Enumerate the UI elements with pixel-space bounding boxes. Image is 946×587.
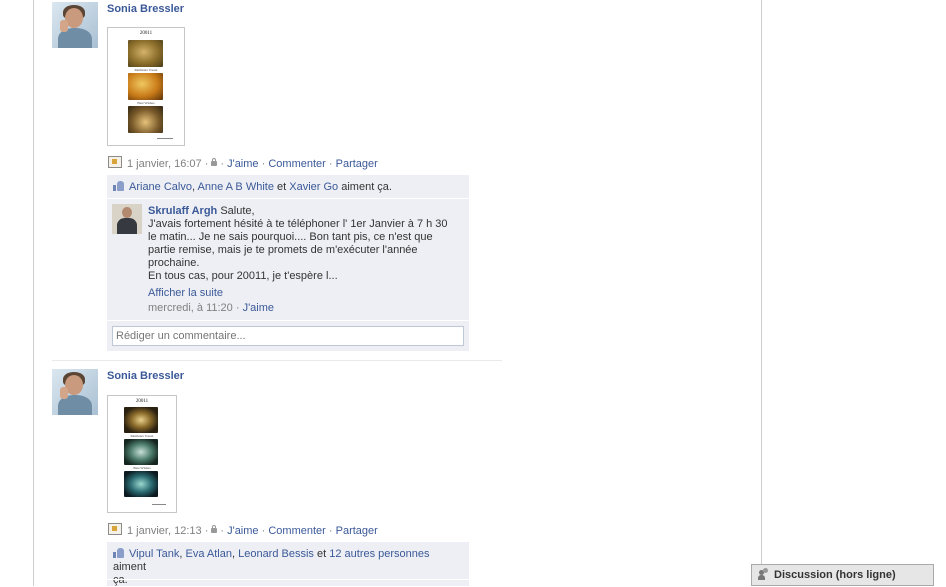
comment-author[interactable]: Skrulaff Argh [148, 205, 217, 217]
post-author[interactable]: Sonia Bressler [107, 3, 184, 15]
liker-name[interactable]: Anne A B White [198, 181, 274, 193]
see-more-link[interactable]: Afficher la suite [148, 287, 223, 299]
avatar[interactable] [52, 369, 98, 415]
post-timestamp[interactable]: 1 janvier, 16:07 [127, 158, 202, 170]
photo-image-3 [128, 106, 163, 133]
chat-bar[interactable]: Discussion (hors ligne) [751, 564, 934, 586]
liker-name[interactable]: Leonard Bessis [238, 548, 314, 560]
ufi-box: Ariane Calvo, Anne A B White et Xavier G… [107, 175, 469, 351]
liker-name[interactable]: Eva Atlan [185, 548, 231, 560]
photo-image-1 [128, 40, 163, 67]
photo-post-icon [108, 156, 122, 168]
story-divider [52, 360, 502, 361]
comment-body: Skrulaff Argh Salute, J'avais fortement … [148, 205, 448, 282]
post-photo[interactable]: 20011 Meilleurs Voeux Best Wishes [107, 27, 185, 146]
chat-label: Discussion (hors ligne) [774, 569, 896, 581]
post-timestamp[interactable]: 1 janvier, 12:13 [127, 525, 202, 537]
liker-name[interactable]: Xavier Go [289, 181, 338, 193]
thumbs-up-icon [113, 181, 124, 191]
likes-sentence: Ariane Calvo, Anne A B White et Xavier G… [113, 180, 461, 194]
photo-signature [152, 504, 166, 505]
post-author[interactable]: Sonia Bressler [107, 370, 184, 382]
photo-title: 20011 [139, 31, 153, 36]
lock-icon [211, 158, 218, 166]
comment-like-link[interactable]: J'aime [243, 302, 274, 314]
photo-image-3 [124, 471, 158, 497]
post-photo[interactable]: 20011 Meilleurs Voeux Best Wishes [107, 395, 177, 513]
like-link[interactable]: J'aime [227, 525, 258, 537]
share-link[interactable]: Partager [336, 158, 378, 170]
offline-status-icon [763, 568, 768, 573]
likes-sentence: Vipul Tank, Eva Atlan, Leonard Bessis et… [113, 548, 430, 586]
left-column-border [33, 0, 34, 586]
share-link[interactable]: Partager [336, 525, 378, 537]
ufi-separator [107, 579, 469, 580]
comment-input[interactable] [112, 326, 464, 346]
photo-title: 20011 [135, 399, 149, 404]
lock-icon [211, 525, 218, 533]
photo-label-2: Best Wishes [133, 466, 151, 470]
ufi-separator [107, 198, 469, 199]
photo-label-1: Meilleurs Voeux [130, 434, 154, 438]
post-meta: 1 janvier, 16:07 · · J'aime · Commenter ·… [108, 155, 378, 170]
liker-name[interactable]: Vipul Tank [129, 548, 179, 560]
liker-name[interactable]: Ariane Calvo [129, 181, 192, 193]
photo-image-2 [128, 73, 163, 100]
comment-avatar[interactable] [112, 204, 142, 234]
comment-link[interactable]: Commenter [268, 158, 325, 170]
comment-link[interactable]: Commenter [268, 525, 325, 537]
photo-image-1 [124, 407, 158, 433]
photo-label-2: Best Wishes [137, 101, 155, 105]
ufi-box: Vipul Tank, Eva Atlan, Leonard Bessis et… [107, 542, 469, 586]
photo-image-2 [124, 439, 158, 465]
avatar[interactable] [52, 2, 98, 48]
other-likers-link[interactable]: 12 autres personnes [329, 548, 429, 560]
ufi-separator [107, 320, 469, 321]
thumbs-up-icon [113, 548, 124, 558]
right-column-border [761, 0, 762, 586]
photo-label-1: Meilleurs Voeux [134, 68, 158, 72]
like-link[interactable]: J'aime [227, 158, 258, 170]
comment-timestamp[interactable]: mercredi, à 11:20 [148, 302, 233, 314]
photo-signature [157, 138, 173, 139]
photo-post-icon [108, 523, 122, 535]
post-meta: 1 janvier, 12:13 · · J'aime · Commenter ·… [108, 522, 378, 537]
comment-meta: mercredi, à 11:20 · J'aime [148, 302, 275, 314]
